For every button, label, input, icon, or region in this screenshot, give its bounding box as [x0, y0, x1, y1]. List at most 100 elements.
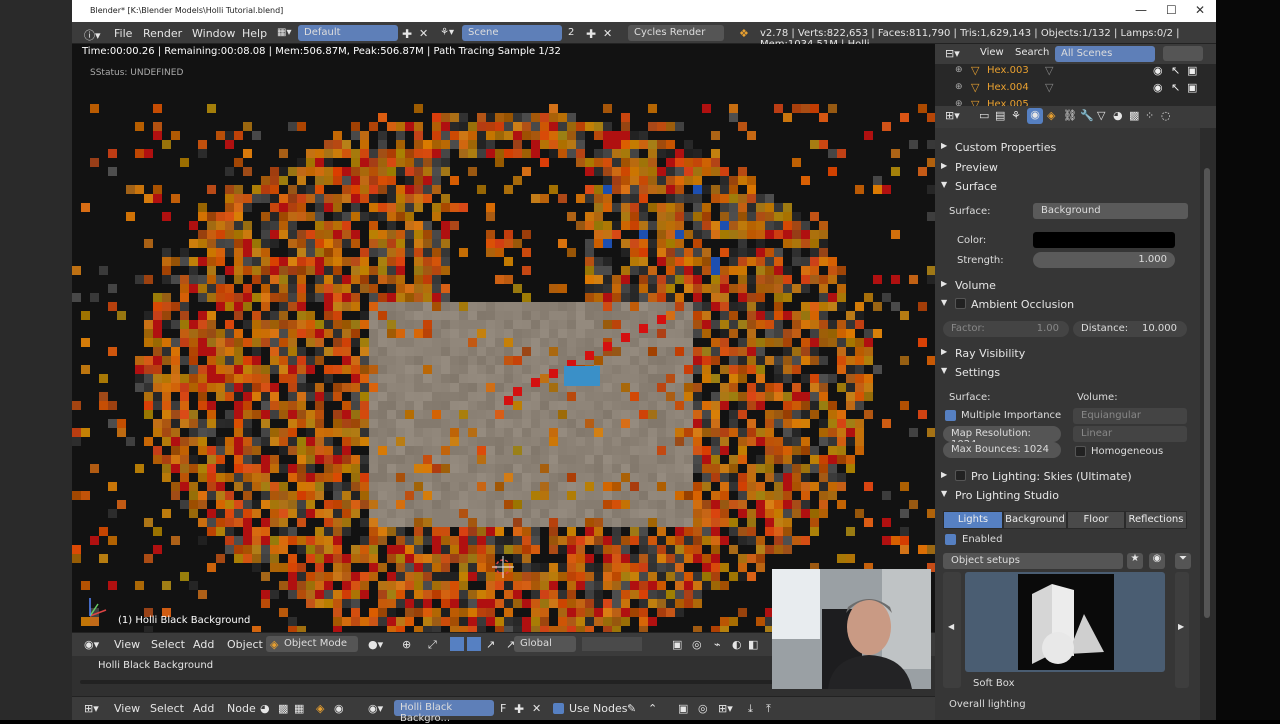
outliner-item-label[interactable]: Hex.004: [987, 82, 1029, 93]
pro-lighting-skies-checkbox[interactable]: [955, 470, 966, 481]
color-swatch[interactable]: [1033, 232, 1175, 248]
scene-icon[interactable]: ⚘▾: [440, 27, 454, 38]
map-resolution-field[interactable]: Map Resolution: 1024: [943, 426, 1061, 450]
3d-viewport[interactable]: Time:00:00.26 | Remaining:00:08.08 | Mem…: [72, 44, 935, 632]
viewport-menu-select[interactable]: Select: [151, 638, 185, 651]
outliner-filter-select[interactable]: All Scenes: [1055, 46, 1155, 62]
properties-scrollbar[interactable]: [1200, 128, 1216, 720]
menu-help[interactable]: Help: [242, 27, 267, 40]
viewport-menu-object[interactable]: Object: [227, 638, 263, 651]
particles-context-icon[interactable]: ⁘: [1145, 109, 1154, 122]
render-layer-icon[interactable]: ▣: [672, 638, 682, 651]
visibility-icon[interactable]: ◉: [1153, 64, 1163, 77]
max-bounces-field[interactable]: Max Bounces: 1024: [943, 442, 1061, 458]
outliner-search-field[interactable]: [1163, 46, 1203, 61]
tab-lights[interactable]: Lights: [943, 511, 1003, 529]
node-menu-node[interactable]: Node: [227, 702, 256, 715]
shader-type-icon[interactable]: ◕: [260, 702, 270, 715]
visibility-icon[interactable]: ◉: [1153, 81, 1163, 94]
node-editor-type-icon[interactable]: ⊞▾: [84, 702, 99, 715]
panel-pro-lighting-studio[interactable]: ▼ Pro Lighting Studio: [935, 486, 1200, 504]
strength-field[interactable]: 1.000: [1033, 252, 1175, 268]
transform-orientation-select[interactable]: Global: [514, 636, 576, 652]
ao-distance-field[interactable]: Distance: 10.000: [1073, 321, 1187, 337]
delete-scene-icon[interactable]: ✕: [603, 27, 612, 40]
fake-user-toggle[interactable]: F: [500, 702, 506, 715]
manipulator-toggle-icon[interactable]: ⤢: [428, 638, 437, 652]
object-context-icon[interactable]: ◈: [1047, 109, 1055, 122]
physics-context-icon[interactable]: ◌: [1161, 109, 1171, 122]
volume-interpolation-select[interactable]: Linear: [1073, 426, 1187, 442]
panel-surface[interactable]: ▼ Surface: [935, 177, 1200, 195]
outliner-editor-type-icon[interactable]: ⊟▾: [945, 47, 960, 60]
translate-manipulator-icon[interactable]: [450, 637, 464, 651]
new-world-icon[interactable]: ✚: [514, 702, 524, 716]
panel-preview[interactable]: ▶ Preview: [935, 158, 1200, 176]
render-layers-context-icon[interactable]: ▤: [995, 109, 1005, 122]
panel-settings[interactable]: ▼ Settings: [935, 363, 1200, 381]
screen-layout-icon[interactable]: ▦▾: [277, 27, 291, 38]
outliner-row[interactable]: ⊕ ▽ Hex.004 ▽ ◉ ↖ ▣: [935, 80, 1216, 97]
panel-pro-lighting-skies[interactable]: ▶ Pro Lighting: Skies (Ultimate): [935, 467, 1200, 485]
selectable-icon[interactable]: ↖: [1171, 81, 1180, 94]
menu-render[interactable]: Render: [143, 27, 182, 40]
scene-field[interactable]: Scene: [462, 25, 562, 41]
object-setups-select[interactable]: Object setups: [943, 553, 1123, 569]
modifiers-context-icon[interactable]: 🔧: [1080, 109, 1094, 122]
node-menu-view[interactable]: View: [114, 702, 140, 715]
copy-nodes-icon[interactable]: ⤓: [748, 702, 753, 716]
texture-context-icon[interactable]: ▩: [1129, 109, 1139, 122]
renderable-icon[interactable]: ▣: [1187, 81, 1197, 94]
preset-preview-frame[interactable]: [965, 572, 1165, 672]
delete-screen-icon[interactable]: ✕: [419, 27, 428, 40]
viewport-menu-view[interactable]: View: [114, 638, 140, 651]
preview-prev-button[interactable]: ◀: [943, 572, 961, 688]
enabled-checkbox[interactable]: [945, 534, 956, 545]
data-context-icon[interactable]: ▽: [1097, 109, 1105, 122]
renderable-icon[interactable]: ▣: [1187, 64, 1197, 77]
opengl-render-icon[interactable]: ◧: [748, 638, 758, 651]
refresh-icon[interactable]: ◉: [1149, 553, 1165, 569]
world-shader-icon[interactable]: ◉: [334, 702, 344, 715]
node-snap-icon[interactable]: ◎: [698, 702, 708, 715]
ao-factor-field[interactable]: Factor: 1.00: [943, 321, 1069, 337]
node-grid-snap-icon[interactable]: ⊞▾: [718, 702, 733, 715]
tab-floor[interactable]: Floor: [1067, 511, 1125, 529]
menu-file[interactable]: File: [114, 27, 132, 40]
filter-icon[interactable]: ⏷: [1175, 553, 1191, 569]
paste-nodes-icon[interactable]: ⤒: [766, 702, 771, 716]
outliner-menu-view[interactable]: View: [980, 47, 1004, 58]
properties-editor-type-icon[interactable]: ⊞▾: [945, 109, 960, 122]
scrollbar-thumb[interactable]: [1204, 168, 1210, 618]
compositing-type-icon[interactable]: ▦: [294, 702, 304, 715]
world-datablock-icon[interactable]: ◉▾: [368, 702, 383, 715]
snap-icon[interactable]: ⌁: [714, 638, 721, 651]
panel-ambient-occlusion[interactable]: ▼ Ambient Occlusion: [935, 295, 1200, 313]
menu-window[interactable]: Window: [192, 27, 235, 40]
outliner-menu-search[interactable]: Search: [1015, 47, 1049, 58]
node-menu-select[interactable]: Select: [150, 702, 184, 715]
pivot-point-icon[interactable]: ⊕: [402, 638, 411, 651]
tab-reflections[interactable]: Reflections: [1125, 511, 1187, 529]
panel-ray-visibility[interactable]: ▶ Ray Visibility: [935, 344, 1200, 362]
node-menu-add[interactable]: Add: [193, 702, 214, 715]
world-context-icon[interactable]: ◉: [1027, 108, 1043, 124]
ambient-occlusion-checkbox[interactable]: [955, 298, 966, 309]
preview-next-button[interactable]: ▶: [1175, 572, 1189, 688]
editor-type-icon[interactable]: ⓘ▾: [84, 27, 101, 43]
homogeneous-checkbox[interactable]: [1075, 446, 1086, 457]
minimize-button[interactable]: —: [1135, 3, 1147, 17]
panel-custom-properties[interactable]: ▶ Custom Properties: [935, 138, 1200, 156]
use-nodes-checkbox[interactable]: [553, 703, 564, 714]
node-render-icon[interactable]: ▣: [678, 702, 688, 715]
panel-volume[interactable]: ▶ Volume: [935, 276, 1200, 294]
viewport-menu-add[interactable]: Add: [193, 638, 214, 651]
constraints-context-icon[interactable]: ⛓: [1063, 109, 1077, 122]
world-datablock-field[interactable]: Holli Black Backgro...: [394, 700, 494, 724]
surface-shader-select[interactable]: Background: [1033, 203, 1188, 219]
viewport-shading-icon[interactable]: ●▾: [368, 638, 383, 651]
layers-grid[interactable]: [582, 637, 642, 651]
multiple-importance-checkbox[interactable]: [945, 410, 956, 421]
unlink-world-icon[interactable]: ✕: [532, 702, 541, 715]
expand-icon[interactable]: ⊕: [955, 65, 963, 75]
